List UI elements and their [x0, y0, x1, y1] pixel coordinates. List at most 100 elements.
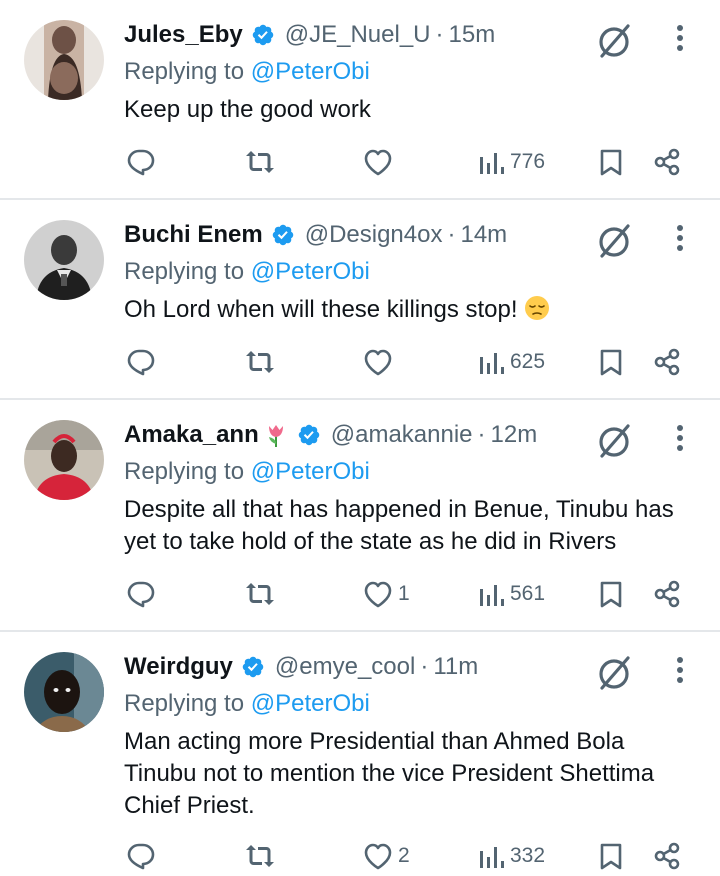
avatar[interactable]	[24, 20, 104, 100]
grok-icon[interactable]	[594, 220, 636, 262]
reply-tweet[interactable]: Jules_Eby @JE_Nuel_U · 15m Replying to @…	[0, 0, 720, 198]
mention-link[interactable]: @PeterObi	[251, 58, 370, 85]
reply-tweet[interactable]: Weirdguy @emye_cool · 11m Replying to @P…	[0, 632, 720, 874]
separator-dot: ·	[420, 653, 429, 680]
replying-to-label: Replying to	[124, 58, 245, 85]
verified-badge-icon	[242, 656, 264, 678]
like-count: 2	[398, 844, 410, 867]
reply-icon	[127, 149, 155, 176]
heart-icon	[364, 149, 392, 176]
like-button[interactable]: 2	[362, 836, 410, 876]
pensive-face-icon	[524, 296, 549, 320]
tweet-text: Man acting more Presidential than Ahmed …	[124, 728, 655, 819]
bookmark-button[interactable]	[598, 574, 624, 614]
author-name[interactable]: Buchi Enem	[124, 221, 263, 249]
share-button[interactable]	[652, 836, 682, 876]
heart-icon	[364, 581, 392, 608]
tweet-actions: 776	[0, 142, 720, 182]
mention-link[interactable]: @PeterObi	[251, 458, 370, 485]
views-button[interactable]: 332	[478, 836, 545, 876]
tweet-text-body: Oh Lord when will these killings stop!	[124, 296, 518, 323]
reply-tweet[interactable]: Amaka_ann @amakannie · 12m Replying to @…	[0, 400, 720, 630]
tweet-text: Oh Lord when will these killings stop!	[124, 294, 694, 326]
view-count: 625	[510, 350, 546, 373]
reply-tweet[interactable]: Buchi Enem @Design4ox · 14m Replying to …	[0, 200, 720, 398]
bookmark-icon	[600, 349, 622, 376]
views-button[interactable]: 776	[478, 142, 545, 182]
more-options-icon[interactable]	[668, 20, 692, 56]
avatar[interactable]	[24, 220, 104, 300]
reply-button[interactable]	[126, 142, 156, 182]
separator-dot: ·	[435, 21, 444, 48]
replying-to: Replying to @PeterObi	[124, 690, 370, 718]
share-icon	[654, 580, 680, 608]
replying-to: Replying to @PeterObi	[124, 458, 370, 486]
more-options-icon[interactable]	[668, 652, 692, 688]
bookmark-icon	[600, 843, 622, 870]
author-handle[interactable]: @Design4ox	[305, 221, 443, 249]
timestamp[interactable]: 15m	[449, 21, 496, 49]
view-count: 561	[510, 582, 546, 605]
repost-button[interactable]	[243, 574, 277, 614]
repost-button[interactable]	[243, 142, 277, 182]
reply-icon	[127, 349, 155, 376]
repost-icon	[246, 583, 274, 605]
mention-link[interactable]: @PeterObi	[251, 690, 370, 717]
share-button[interactable]	[652, 574, 682, 614]
reply-icon	[127, 581, 155, 608]
bookmark-button[interactable]	[598, 836, 624, 876]
like-button[interactable]	[362, 342, 398, 382]
more-options-icon[interactable]	[668, 220, 692, 256]
tulip-icon	[268, 425, 283, 447]
separator-dot: ·	[477, 421, 486, 448]
author-name[interactable]: Weirdguy	[124, 653, 233, 681]
share-button[interactable]	[652, 142, 682, 182]
author-name[interactable]: Jules_Eby	[124, 21, 243, 49]
bookmark-icon	[600, 581, 622, 608]
views-button[interactable]: 625	[478, 342, 545, 382]
grok-icon[interactable]	[594, 420, 636, 462]
author-name[interactable]: Amaka_ann	[124, 421, 259, 449]
mention-link[interactable]: @PeterObi	[251, 258, 370, 285]
tweet-text: Despite all that has happened in Benue, …	[124, 496, 674, 555]
repost-button[interactable]	[243, 836, 277, 876]
author-handle[interactable]: @JE_Nuel_U	[285, 21, 431, 49]
more-options-icon[interactable]	[668, 420, 692, 456]
author-handle[interactable]: @amakannie	[331, 421, 473, 449]
share-button[interactable]	[652, 342, 682, 382]
timestamp[interactable]: 11m	[433, 653, 478, 681]
avatar[interactable]	[24, 420, 104, 500]
replying-to-label: Replying to	[124, 458, 245, 485]
repost-icon	[246, 845, 274, 867]
like-button[interactable]: 1	[362, 574, 410, 614]
replying-to-label: Replying to	[124, 690, 245, 717]
author-handle[interactable]: @emye_cool	[275, 653, 415, 681]
bookmark-button[interactable]	[598, 342, 624, 382]
verified-badge-icon	[252, 24, 273, 46]
replying-to: Replying to @PeterObi	[124, 258, 370, 286]
like-button[interactable]	[362, 142, 398, 182]
grok-icon[interactable]	[594, 20, 636, 62]
views-button[interactable]: 561	[478, 574, 545, 614]
heart-icon	[364, 843, 392, 870]
timestamp[interactable]: 14m	[460, 221, 507, 249]
avatar[interactable]	[24, 652, 104, 732]
tweet-actions: 2 332	[0, 836, 720, 876]
tweet-text: Keep up the good work	[124, 96, 371, 123]
verified-badge-icon	[272, 224, 293, 246]
bookmark-button[interactable]	[598, 142, 624, 182]
separator-dot: ·	[447, 221, 456, 248]
replying-to-label: Replying to	[124, 258, 245, 285]
timestamp[interactable]: 12m	[491, 421, 538, 449]
grok-icon[interactable]	[594, 652, 636, 694]
verified-badge-icon	[298, 424, 319, 446]
reply-button[interactable]	[126, 836, 156, 876]
repost-button[interactable]	[243, 342, 277, 382]
reply-icon	[127, 843, 155, 870]
view-count: 776	[510, 150, 546, 173]
share-icon	[654, 348, 680, 376]
reply-button[interactable]	[126, 342, 156, 382]
view-count: 332	[510, 844, 546, 867]
reply-button[interactable]	[126, 574, 156, 614]
repost-icon	[246, 351, 274, 373]
